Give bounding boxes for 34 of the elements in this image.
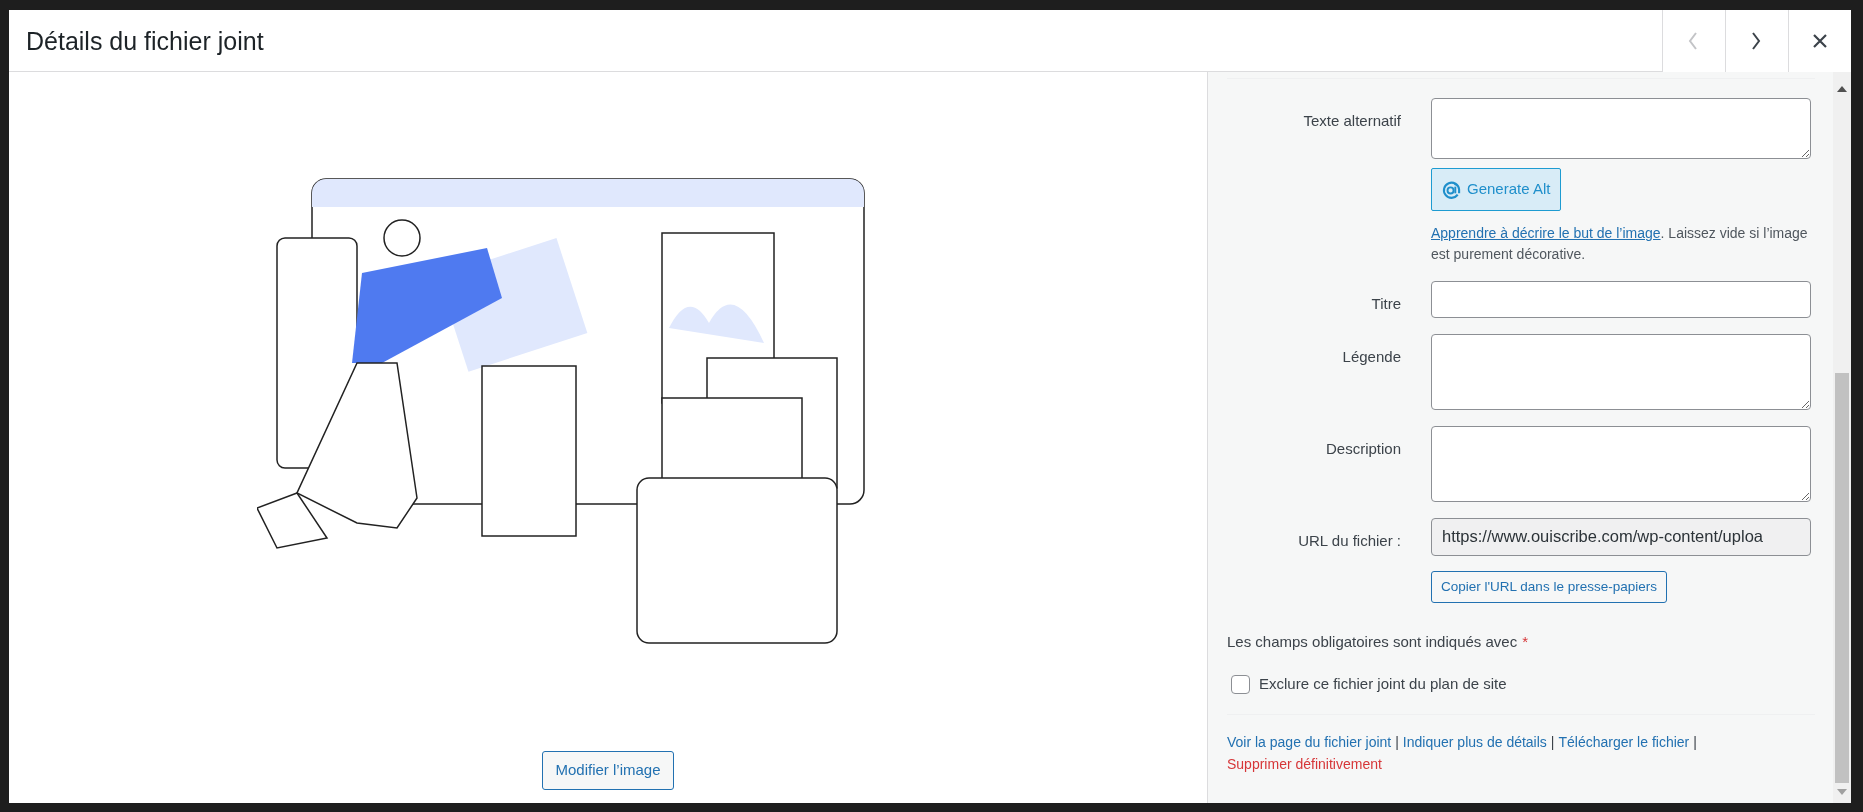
edit-image-button[interactable]: Modifier l’image: [542, 751, 674, 790]
field-label: URL du fichier :: [1297, 530, 1401, 551]
text-area[interactable]: [1431, 98, 1811, 159]
url-field[interactable]: https://www.ouiscribe.com/wp-content/uploa: [1431, 517, 1811, 556]
required-note: Les champs obligatoires sont indiqués avec: [1227, 631, 1518, 652]
link-separator: |: [1395, 732, 1399, 752]
next-button[interactable]: [1725, 9, 1788, 72]
help-link[interactable]: Apprendre à décrire le but de l’image: [1431, 224, 1661, 241]
field-label: Légende: [1341, 346, 1401, 367]
field-label: Titre: [1370, 293, 1401, 314]
generate-alt-button[interactable]: Generate Alt: [1431, 168, 1562, 211]
link-separator: |: [1693, 732, 1697, 752]
copy-url-button[interactable]: Copier l'URL dans le presse-papiers: [1431, 570, 1667, 603]
attachment-link[interactable]: Voir la page du fichier joint: [1227, 731, 1392, 752]
checkbox-label[interactable]: Exclure ce fichier joint du plan de site: [1259, 673, 1507, 696]
field-label: Description: [1324, 438, 1401, 459]
text-area[interactable]: [1431, 333, 1811, 410]
link-separator: |: [1550, 732, 1555, 752]
attachment-link[interactable]: Télécharger le fichier: [1558, 731, 1690, 752]
delete-link[interactable]: Supprimer définitivement: [1227, 753, 1382, 774]
scroll-up-icon[interactable]: [1837, 86, 1847, 92]
scrollbar-thumb[interactable]: [1835, 373, 1849, 783]
ai-icon: [1442, 179, 1461, 199]
input-field[interactable]: [1431, 280, 1811, 318]
help-text: Apprendre à décrire le but de l’image. Laissez vide si l’image est purement décorative.: [1431, 223, 1809, 264]
attachment-link[interactable]: Indiquer plus de détails: [1402, 731, 1547, 752]
field-label: Texte alternatif: [1302, 111, 1401, 131]
scrollbar[interactable]: [1833, 72, 1851, 803]
scroll-down-icon[interactable]: [1837, 789, 1847, 795]
close-button[interactable]: [1788, 9, 1851, 72]
required-asterisk: *: [1522, 631, 1528, 652]
text-area[interactable]: [1431, 425, 1811, 502]
dialog-title: Détails du fichier joint: [26, 25, 265, 56]
checkbox[interactable]: [1231, 675, 1250, 694]
